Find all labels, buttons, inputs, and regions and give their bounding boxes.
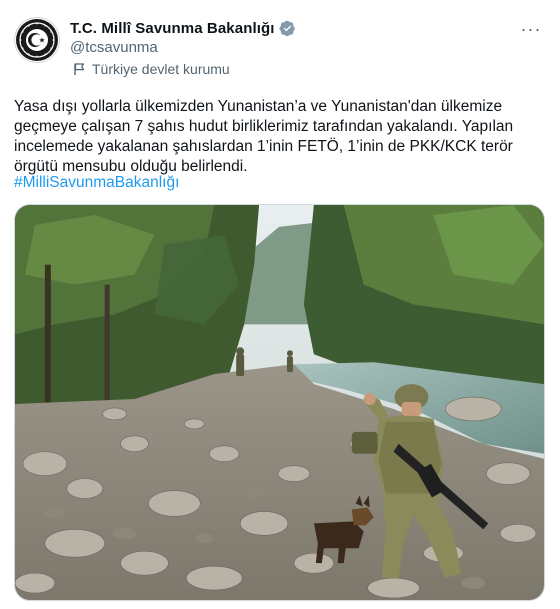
photo-scene — [15, 205, 544, 600]
tweet-card: T.C. Millî Savunma Bakanlığı @tcsavunma … — [0, 0, 560, 609]
account-name-row: T.C. Millî Savunma Bakanlığı — [70, 20, 296, 37]
more-options-icon: ··· — [520, 19, 542, 39]
affiliation-label-text: Türkiye devlet kurumu — [92, 61, 230, 77]
hashtag-link[interactable]: #MilliSavunmaBakanlığı — [14, 174, 179, 192]
affiliation-label: Türkiye devlet kurumu — [72, 61, 230, 77]
more-options-button[interactable]: ··· — [516, 18, 546, 40]
tweet-photo[interactable] — [14, 204, 545, 601]
verified-badge-icon[interactable] — [278, 20, 296, 37]
account-handle[interactable]: @tcsavunma — [70, 39, 158, 56]
ministry-emblem-icon — [16, 19, 58, 61]
avatar[interactable] — [14, 17, 60, 63]
tweet-text: Yasa dışı yollarla ülkemizden Yunanistan… — [14, 98, 514, 175]
flag-icon — [72, 62, 86, 76]
display-name[interactable]: T.C. Millî Savunma Bakanlığı — [70, 20, 275, 37]
